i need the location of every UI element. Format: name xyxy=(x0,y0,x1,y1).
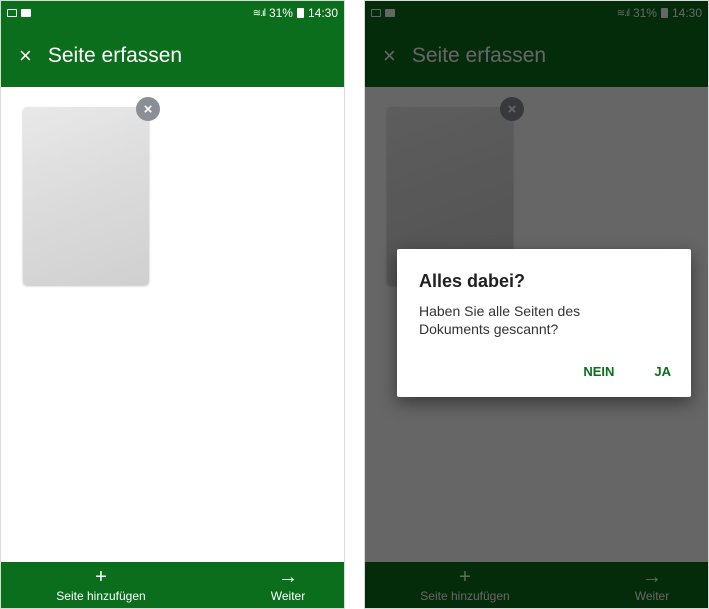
scanned-pages-area: × xyxy=(1,87,344,564)
add-page-button[interactable]: + Seite hinzufügen xyxy=(41,562,161,608)
wifi-signal-icon: ≋.ıl xyxy=(252,7,266,19)
message-notification-icon xyxy=(21,9,31,17)
battery-percent: 31% xyxy=(268,6,293,20)
scanned-page-thumbnail[interactable] xyxy=(23,107,149,285)
add-page-label: Seite hinzufügen xyxy=(56,589,146,603)
gallery-notification-icon xyxy=(7,9,17,17)
close-icon[interactable]: × xyxy=(19,45,32,67)
bottom-action-bar: + Seite hinzufügen → Weiter xyxy=(1,562,344,608)
confirm-dialog: Alles dabei? Haben Sie alle Seiten des D… xyxy=(397,249,691,397)
yes-button[interactable]: JA xyxy=(654,364,671,379)
status-bar: ≋.ıl 31% 14:30 xyxy=(1,1,344,25)
page-title: Seite erfassen xyxy=(47,44,183,67)
next-button[interactable]: → Weiter xyxy=(248,562,328,608)
dialog-actions: NEIN JA xyxy=(583,364,671,379)
system-indicators: ≋.ıl 31% 14:30 xyxy=(253,6,338,20)
phone-screen-confirm-dialog: ≋.ıl 31% 14:30 × Seite erfassen × + Seit… xyxy=(364,0,709,609)
notification-icons xyxy=(7,9,31,17)
arrow-right-icon: → xyxy=(278,566,298,588)
battery-icon xyxy=(296,8,304,18)
dialog-message: Haben Sie alle Seiten des Dokuments gesc… xyxy=(419,303,581,337)
plus-icon: + xyxy=(95,566,107,588)
clock: 14:30 xyxy=(307,6,338,20)
no-button[interactable]: NEIN xyxy=(583,364,614,379)
dialog-title: Alles dabei? xyxy=(419,271,526,291)
phone-screen-capture: ≋.ıl 31% 14:30 × Seite erfassen × + Seit… xyxy=(0,0,345,609)
delete-page-icon[interactable]: × xyxy=(136,97,160,121)
next-label: Weiter xyxy=(270,589,306,603)
app-bar: × Seite erfassen xyxy=(1,25,344,87)
